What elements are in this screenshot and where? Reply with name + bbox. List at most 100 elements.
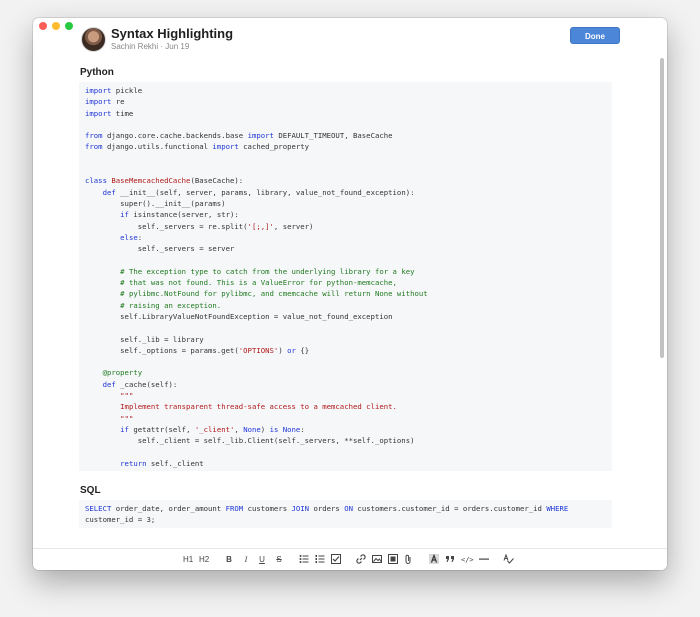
minimize-window-button[interactable] (52, 22, 60, 30)
avatar (81, 27, 106, 52)
strikethrough-button[interactable]: S (274, 554, 284, 566)
spellcheck-button[interactable] (503, 554, 514, 566)
code-icon: </> (461, 556, 474, 564)
maximize-window-button[interactable] (65, 22, 73, 30)
divider-button[interactable] (479, 554, 489, 566)
document-date: Jun 19 (165, 42, 190, 51)
code-line: if getattr(self, '_client', None) is Non… (85, 424, 606, 435)
code-line: from django.utils.functional import cach… (85, 141, 606, 152)
code-token: pickle (111, 86, 143, 95)
scroll-thumb[interactable] (660, 58, 664, 358)
numbered-list-icon (315, 555, 325, 563)
code-token: or (287, 345, 296, 355)
code-token: if (120, 210, 129, 220)
heading1-button[interactable]: H1 (183, 554, 193, 566)
close-window-button[interactable] (39, 22, 47, 30)
text-style-button[interactable] (429, 554, 439, 566)
code-token: # The exception type to catch from the u… (120, 266, 415, 276)
code-token: time (111, 108, 134, 118)
bold-label: B (226, 555, 232, 564)
heading2-button[interactable]: H2 (199, 554, 209, 566)
text-style-icon (429, 554, 439, 564)
code-token: django.core.cache.backends.base (102, 131, 248, 141)
bullet-list-button[interactable] (299, 554, 309, 566)
code-line: self.LibraryValueNotFoundException = val… (85, 311, 606, 322)
code-token: , (234, 424, 244, 434)
code-token: return (120, 458, 147, 468)
attachment-icon (405, 554, 411, 564)
code-line: """ (85, 390, 606, 401)
code-token: """ (120, 391, 134, 401)
code-token: from (85, 131, 103, 141)
italic-label: I (244, 555, 248, 564)
code-line: # raising an exception. (85, 300, 606, 311)
underline-label: U (259, 555, 265, 564)
checklist-button[interactable] (331, 554, 341, 566)
code-line: return self._client (85, 458, 606, 469)
code-token: SELECT (85, 504, 112, 514)
python-section-heading: Python (80, 67, 114, 78)
code-button[interactable]: </> (461, 554, 474, 566)
divider-icon (479, 558, 489, 560)
image-button[interactable] (372, 554, 382, 566)
code-token: '[;,]' (247, 221, 274, 231)
document-title: Syntax Highlighting (111, 26, 234, 41)
checklist-icon (331, 554, 341, 564)
video-icon (388, 554, 398, 564)
heading2-label: H2 (199, 555, 210, 564)
image-icon (372, 555, 382, 563)
video-button[interactable] (388, 554, 398, 566)
editor-window: Syntax Highlighting Sachin Rekhi · Jun 1… (33, 18, 667, 570)
code-line: Implement transparent thread-safe access… (85, 401, 606, 412)
code-token: DEFAULT_TIMEOUT, BaseCache (273, 131, 393, 141)
code-token: orders (309, 504, 345, 514)
code-token: import (85, 97, 112, 107)
numbered-list-button[interactable] (315, 554, 325, 566)
sql-code-block[interactable]: SELECT order_date, order_amount FROM cus… (79, 500, 612, 528)
formatting-toolbar: H1 H2 B I U S </> (33, 548, 667, 570)
code-line: def _cache(self): (85, 379, 606, 390)
italic-button[interactable]: I (241, 554, 251, 566)
code-token: JOIN (291, 504, 310, 514)
python-code-block[interactable]: import pickle import re import time from d… (79, 82, 612, 472)
code-line: SELECT order_date, order_amount FROM cus… (85, 503, 606, 514)
vertical-scrollbar[interactable] (660, 58, 666, 538)
quote-button[interactable] (445, 554, 455, 566)
code-token: cached_property (238, 142, 310, 152)
code-line: import pickle (85, 85, 606, 96)
code-line: import time (85, 108, 606, 119)
code-token: FROM (225, 504, 244, 514)
code-token: 'OPTIONS' (238, 345, 279, 355)
code-token: import (85, 86, 112, 95)
code-token: Implement transparent thread-safe access… (120, 402, 397, 412)
bold-button[interactable]: B (224, 554, 234, 566)
code-token: from (85, 142, 103, 152)
underline-button[interactable]: U (257, 554, 267, 566)
done-button[interactable]: Done (570, 27, 620, 44)
code-line: self._servers = re.split('[;,]', server) (85, 221, 606, 232)
link-button[interactable] (356, 554, 366, 566)
code-line: super().__init__(params) (85, 198, 606, 209)
code-line: def __init__(self, server, params, libra… (85, 187, 606, 198)
code-line: if isinstance(server, str): (85, 209, 606, 220)
document-body[interactable]: Python import pickle import re import time… (79, 58, 612, 548)
code-token: super().__init__(params) (85, 198, 226, 208)
quote-icon (446, 556, 454, 562)
code-token: __init__(self, server, params, library, … (115, 187, 415, 197)
code-line: self._options = params.get('OPTIONS') or… (85, 345, 606, 356)
code-line: self._servers = server (85, 243, 606, 254)
code-token: def (102, 187, 116, 197)
attachment-button[interactable] (404, 554, 414, 566)
code-token: import (212, 142, 239, 152)
code-line: """ (85, 413, 606, 424)
code-token: (BaseCache): (190, 176, 244, 186)
